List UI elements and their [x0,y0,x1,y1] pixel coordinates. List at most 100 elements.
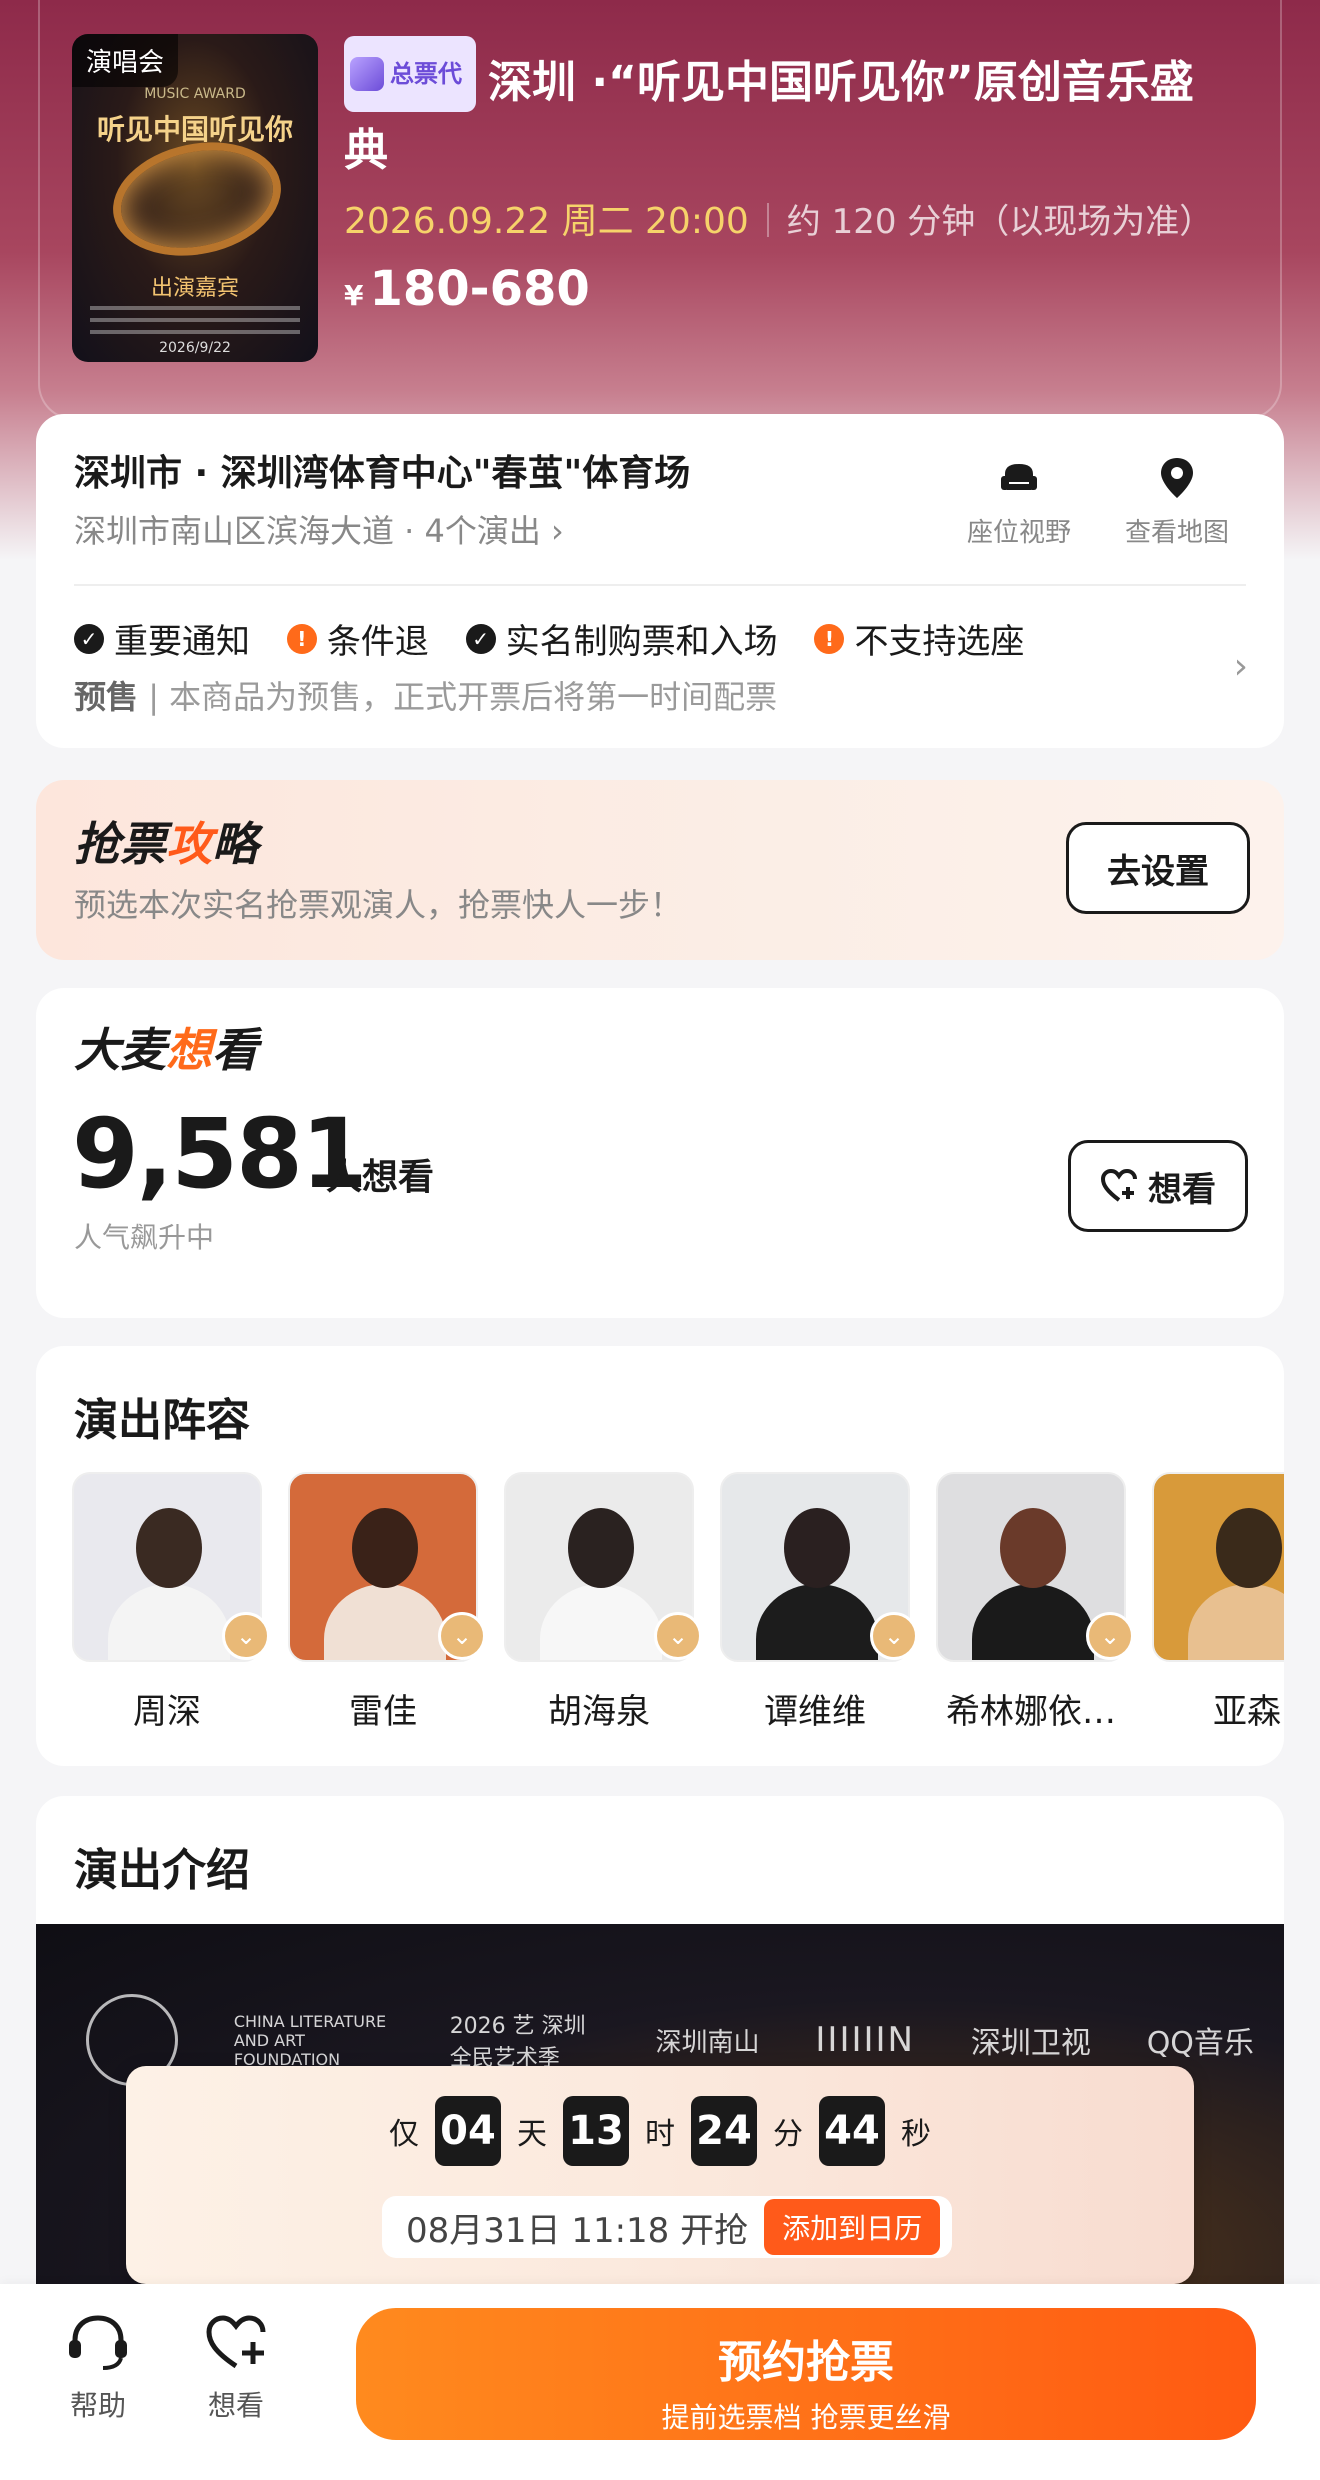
cast-member[interactable]: ⌄ 胡海泉 [504,1472,702,1732]
countdown-days-label: 天 [517,2117,547,2152]
notice-label: 条件退 [326,622,429,662]
countdown-seconds-label: 秒 [901,2117,931,2152]
seat-icon [1001,464,1037,490]
headset-icon [69,2315,127,2370]
bottom-action-bar: 帮助 想看 预约抢票 提前选票档 抢票更丝滑 [0,2284,1320,2480]
view-map-button[interactable]: 查看地图 [1102,454,1252,549]
cast-member[interactable]: ⌄ 周深 [72,1472,270,1732]
strategy-title-part: 略 [212,817,258,871]
countdown-minutes-label: 分 [773,2117,803,2152]
add-to-calendar-button[interactable]: 添加到日历 [764,2199,941,2255]
cast-member[interactable]: ⌄ 雷佳 [288,1472,486,1732]
countdown-panel: 仅 04 天 13 时 24 分 44 秒 08月31日 11:18 开抢 添加… [126,2066,1194,2284]
chevron-down-icon: ⌄ [870,1612,918,1660]
notice-item: ✓ 实名制购票和入场 [465,614,778,663]
reserve-ticket-button[interactable]: 预约抢票 提前选票档 抢票更丝滑 [356,2308,1256,2440]
cast-card: 演出阵容 ⌄周深⌄雷佳⌄胡海泉⌄谭维维⌄希林娜依…⌄亚森 [36,1346,1284,1766]
check-icon: ✓ [465,623,496,654]
go-settings-label: 去设置 [1107,851,1209,892]
cast-name: 胡海泉 [548,1692,650,1732]
notice-label: 实名制购票和入场 [505,622,778,662]
countdown-hours: 13 [563,2096,629,2166]
poster-title: 听见中国听见你 [96,113,293,146]
event-datetime: 2026.09.22 周二 20:00 [344,201,749,242]
help-button[interactable]: 帮助 [38,2312,158,2424]
ticket-strategy-card: 抢票攻略 预选本次实名抢票观演人，抢票快人一步！ 去设置 [36,780,1284,960]
venue-address[interactable]: 深圳市南山区滨海大道 · 4个演出 › [74,506,564,552]
want-button-label: 想看 [1148,1169,1216,1210]
cast-photo-body [1188,1584,1284,1660]
strategy-title-part: 抢票 [74,817,166,871]
notice-label: 重要通知 [114,622,250,662]
chevron-down-icon: ⌄ [438,1612,486,1660]
sale-start-row: 08月31日 11:18 开抢 添加到日历 [382,2196,953,2258]
wishlist-count: 9,581 [72,1098,368,1210]
chevron-right-icon[interactable]: › [1234,646,1248,687]
cast-photo-head [1216,1508,1282,1588]
poster-guests-title: 出演嘉宾 [150,276,239,301]
venue-card: 深圳市 · 深圳湾体育中心"春茧"体育场 深圳市南山区滨海大道 · 4个演出 ›… [36,414,1284,748]
notice-list[interactable]: ✓ 重要通知 ! 条件退 ✓ 实名制购票和入场 ! 不支持选座 [74,614,1050,663]
countdown-hours-label: 时 [645,2117,675,2152]
price-range: ¥180-680 [344,261,1224,317]
want-tab-button[interactable]: 想看 [176,2312,296,2424]
cast-photo-body [756,1584,878,1660]
notice-item: ! 不支持选座 [814,614,1024,663]
chevron-down-icon: ⌄ [1086,1612,1134,1660]
countdown-timer: 仅 04 天 13 时 24 分 44 秒 [126,2096,1194,2166]
cast-member[interactable]: ⌄ 希林娜依… [936,1472,1134,1732]
agent-badge-label: 总票代 [390,60,462,88]
poster-date: 2026/9/22 [159,340,231,356]
divider [74,584,1246,586]
presale-tag: 预售 [74,678,139,716]
sponsor-logo: CHINA LITERATURE AND ART FOUNDATION [233,2011,387,2069]
strategy-title: 抢票攻略 [74,808,258,874]
alert-icon: ! [286,623,317,654]
sale-start-time: 08月31日 11:18 开抢 [406,2210,749,2251]
notice-item: ! 条件退 [286,614,429,663]
countdown-prefix: 仅 [389,2117,419,2152]
seat-view-label: 座位视野 [966,518,1071,548]
countdown-seconds: 44 [819,2096,885,2166]
wishlist-card: 大麦想看 9,581 人想看 人气飙升中 想看 [36,988,1284,1318]
want-tab-label: 想看 [207,2389,264,2422]
cast-list[interactable]: ⌄周深⌄雷佳⌄胡海泉⌄谭维维⌄希林娜依…⌄亚森 [72,1472,1284,1732]
poster-top-text: MUSIC AWARD [144,86,246,102]
seat-view-button[interactable]: 座位视野 [944,454,1094,549]
want-button[interactable]: 想看 [1068,1140,1248,1232]
currency-symbol: ¥ [344,279,364,312]
event-poster[interactable]: MUSIC AWARD 听见中国听见你 出演嘉宾 2026/9/22 演唱会 [72,34,318,362]
agent-badge: 总票代 [344,36,476,112]
cast-name: 希林娜依… [946,1692,1116,1732]
cast-photo-body [108,1584,230,1660]
poster-line [90,318,300,322]
notice-item: ✓ 重要通知 [74,614,250,663]
cast-name: 周深 [133,1692,201,1732]
intro-title: 演出介绍 [74,1845,250,1896]
cast-photo-body [972,1584,1094,1660]
wishlist-title-part: 看 [212,1023,258,1077]
poster-line [90,330,300,334]
cast-title: 演出阵容 [74,1395,250,1446]
sponsor-logo: QQ音乐 [1146,2026,1254,2061]
heart-plus-icon [206,2315,266,2369]
cast-photo-body [324,1584,446,1660]
countdown-days: 04 [435,2096,501,2166]
event-header: 总票代 深圳 ·“听见中国听见你”原创音乐盛典 2026.09.22 周二 20:… [344,36,1224,317]
sponsor-logo: IIIIIIN [815,2020,915,2060]
cast-photo-head [568,1508,634,1588]
cta-subtitle: 提前选票档 抢票更丝滑 [661,2401,951,2434]
poster-line [90,306,300,310]
event-datetime-row: 2026.09.22 周二 20:00 约 120 分钟（以现场为准） [344,197,1224,247]
countdown-minutes: 24 [691,2096,757,2166]
sponsor-logo: 2026 艺 深圳全民艺术季 [449,2014,586,2071]
cast-member[interactable]: ⌄ 谭维维 [720,1472,918,1732]
price-value: 180-680 [369,261,590,317]
go-settings-button[interactable]: 去设置 [1066,822,1250,914]
venue-name[interactable]: 深圳市 · 深圳湾体育中心"春茧"体育场 [74,444,690,496]
wishlist-unit: 人想看 [326,1157,435,1198]
cast-photo-head [1000,1508,1066,1588]
chevron-down-icon: ⌄ [654,1612,702,1660]
cast-name: 雷佳 [349,1692,417,1732]
cast-member[interactable]: ⌄亚森 [1152,1472,1284,1732]
